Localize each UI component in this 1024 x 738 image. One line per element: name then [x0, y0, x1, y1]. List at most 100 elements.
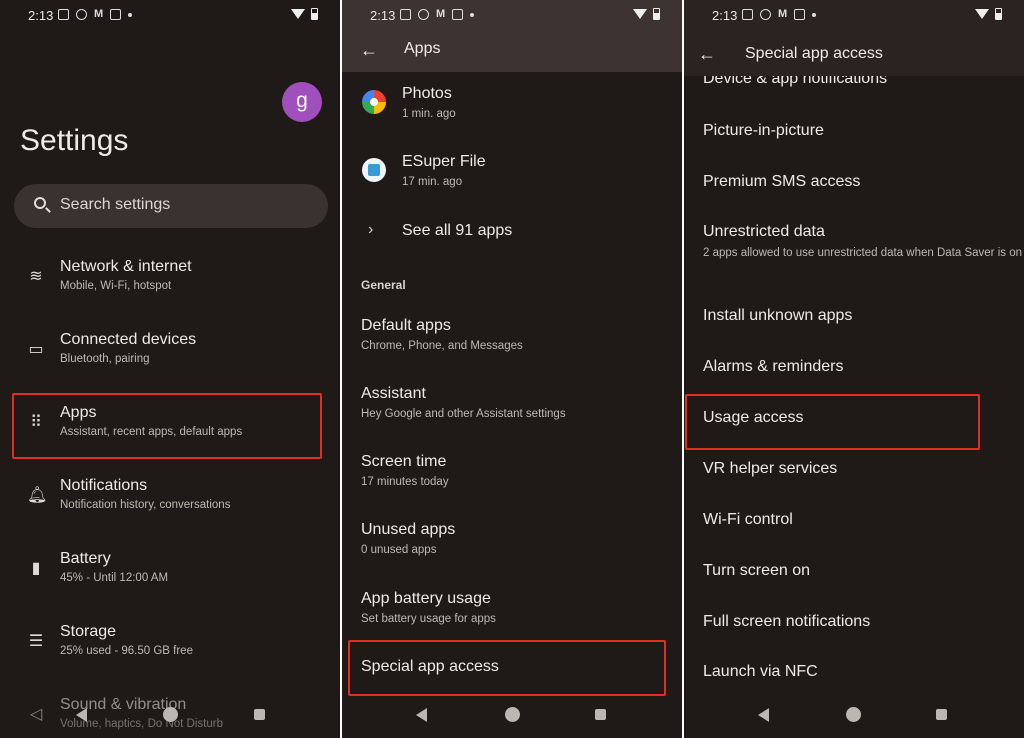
wifi-signal-icon — [291, 9, 305, 19]
item-subtitle: Chrome, Phone, and Messages — [361, 340, 523, 352]
item-subtitle: 0 unused apps — [361, 544, 437, 556]
special-access-item[interactable]: Install unknown apps — [703, 307, 852, 325]
sync-icon — [76, 9, 87, 20]
app-name: ESuper File — [402, 153, 486, 170]
settings-item-connected-devices[interactable]: ▭ Connected devices Bluetooth, pairing — [0, 331, 340, 391]
nav-recents-icon[interactable] — [254, 709, 265, 720]
nav-back-icon[interactable] — [76, 708, 87, 722]
devices-icon: ▭ — [28, 341, 44, 358]
wifi-icon: ≋ — [29, 268, 43, 285]
gmail-icon: M — [94, 8, 104, 20]
cast-icon — [400, 9, 411, 20]
navigation-bar — [342, 696, 682, 738]
status-bar: 2:13 M — [684, 0, 1024, 30]
status-bar: 2:13 M — [342, 0, 682, 30]
nav-back-icon[interactable] — [416, 708, 427, 722]
item-subtitle: Mobile, Wi-Fi, hotspot — [60, 280, 172, 292]
special-access-item[interactable]: Wi-Fi control — [703, 511, 793, 529]
notification-icons: M — [58, 8, 133, 20]
highlight-box-special-app-access — [348, 640, 666, 696]
bell-icon: 🔔︎ — [27, 487, 48, 504]
page-title: Apps — [404, 40, 441, 57]
item-subtitle: 45% - Until 12:00 AM — [60, 572, 169, 584]
search-settings-input[interactable]: Search settings — [14, 184, 328, 228]
special-access-item[interactable]: Alarms & reminders — [703, 358, 843, 376]
navigation-bar — [0, 696, 340, 738]
back-arrow-icon[interactable]: ← — [698, 44, 716, 65]
nav-home-icon[interactable] — [846, 707, 861, 722]
special-access-item[interactable]: Full screen notifications — [703, 613, 870, 631]
item-title: Screen time — [361, 453, 447, 470]
item-title: Notifications — [60, 477, 148, 494]
battery-icon: ▮ — [31, 560, 41, 577]
special-access-item[interactable]: VR helper services — [703, 460, 837, 478]
sync-icon — [418, 9, 429, 20]
item-subtitle: Bluetooth, pairing — [60, 353, 150, 365]
special-access-item[interactable]: Picture-in-picture — [703, 122, 824, 140]
avatar[interactable]: g — [282, 82, 322, 122]
settings-item-battery[interactable]: ▮ Battery 45% - Until 12:00 AM — [0, 550, 340, 610]
battery-status-icon — [995, 8, 1002, 20]
see-all-label: See all 91 apps — [402, 222, 513, 239]
notification-icons: M — [400, 8, 475, 20]
status-time: 2:13 — [370, 8, 396, 23]
sim-icon — [794, 9, 806, 20]
battery-status-icon — [311, 8, 318, 20]
item-subtitle: 25% used - 96.50 GB free — [60, 645, 193, 657]
special-app-access-screen: 2:13 M ← Special app access Device & app… — [684, 0, 1024, 738]
nav-home-icon[interactable] — [505, 707, 520, 722]
item-title: Default apps — [361, 317, 451, 334]
app-name: Photos — [402, 85, 452, 102]
special-access-item[interactable]: Device & app notifications — [703, 76, 887, 88]
nav-recents-icon[interactable] — [936, 709, 947, 720]
app-last-used: 1 min. ago — [402, 108, 456, 120]
item-title: Assistant — [361, 385, 426, 402]
settings-item-storage[interactable]: ☰ Storage 25% used - 96.50 GB free — [0, 623, 340, 683]
cast-icon — [58, 9, 69, 20]
settings-item-network[interactable]: ≋ Network & internet Mobile, Wi-Fi, hots… — [0, 258, 340, 318]
special-access-item[interactable]: Turn screen on — [703, 562, 810, 580]
chevron-right-icon: › — [368, 221, 374, 238]
app-last-used: 17 min. ago — [402, 176, 463, 188]
special-access-item[interactable]: Launch via NFC — [703, 663, 818, 681]
page-title: Settings — [20, 124, 129, 157]
item-subtitle: Hey Google and other Assistant settings — [361, 408, 566, 420]
special-access-list[interactable]: Device & app notifications Picture-in-pi… — [684, 76, 1024, 696]
highlight-box-apps — [12, 393, 322, 459]
nav-recents-icon[interactable] — [595, 709, 606, 720]
page-title: Special app access — [745, 45, 883, 62]
navigation-bar — [684, 696, 1024, 738]
more-dot-icon — [128, 12, 133, 17]
special-access-item[interactable]: Premium SMS access — [703, 173, 860, 191]
more-dot-icon — [470, 12, 475, 17]
wifi-signal-icon — [975, 9, 989, 19]
item-subtitle: Set battery usage for apps — [361, 613, 496, 625]
item-title: Storage — [60, 623, 117, 640]
sim-icon — [452, 9, 464, 20]
photos-app-icon — [362, 90, 386, 114]
app-bar: ← Special app access — [684, 30, 1024, 76]
wifi-signal-icon — [633, 9, 647, 19]
battery-status-icon — [653, 8, 660, 20]
gmail-icon: M — [436, 8, 446, 20]
item-subtitle: Notification history, conversations — [60, 499, 231, 511]
back-arrow-icon[interactable]: ← — [360, 40, 378, 61]
app-bar: ← Apps — [342, 30, 682, 72]
cast-icon — [742, 9, 753, 20]
status-time: 2:13 — [712, 8, 738, 23]
settings-item-notifications[interactable]: 🔔︎ Notifications Notification history, c… — [0, 477, 340, 537]
special-access-item[interactable]: Unrestricted data — [703, 223, 825, 241]
nav-home-icon[interactable] — [163, 707, 178, 722]
item-subtitle: 17 minutes today — [361, 476, 449, 488]
notification-icons: M — [742, 9, 817, 20]
item-title: Network & internet — [60, 258, 192, 275]
storage-icon: ☰ — [28, 633, 44, 650]
settings-screen: 2:13 M g Settings Search settings ≋ Netw… — [0, 0, 340, 738]
more-dot-icon — [812, 12, 817, 17]
nav-back-icon[interactable] — [758, 708, 769, 722]
search-placeholder: Search settings — [60, 196, 171, 213]
item-title: Unused apps — [361, 521, 456, 538]
status-bar: 2:13 M — [0, 0, 340, 30]
apps-screen: 2:13 M ← Apps Photos 1 min. ago ESuper F… — [342, 0, 682, 738]
item-title: App battery usage — [361, 590, 491, 607]
